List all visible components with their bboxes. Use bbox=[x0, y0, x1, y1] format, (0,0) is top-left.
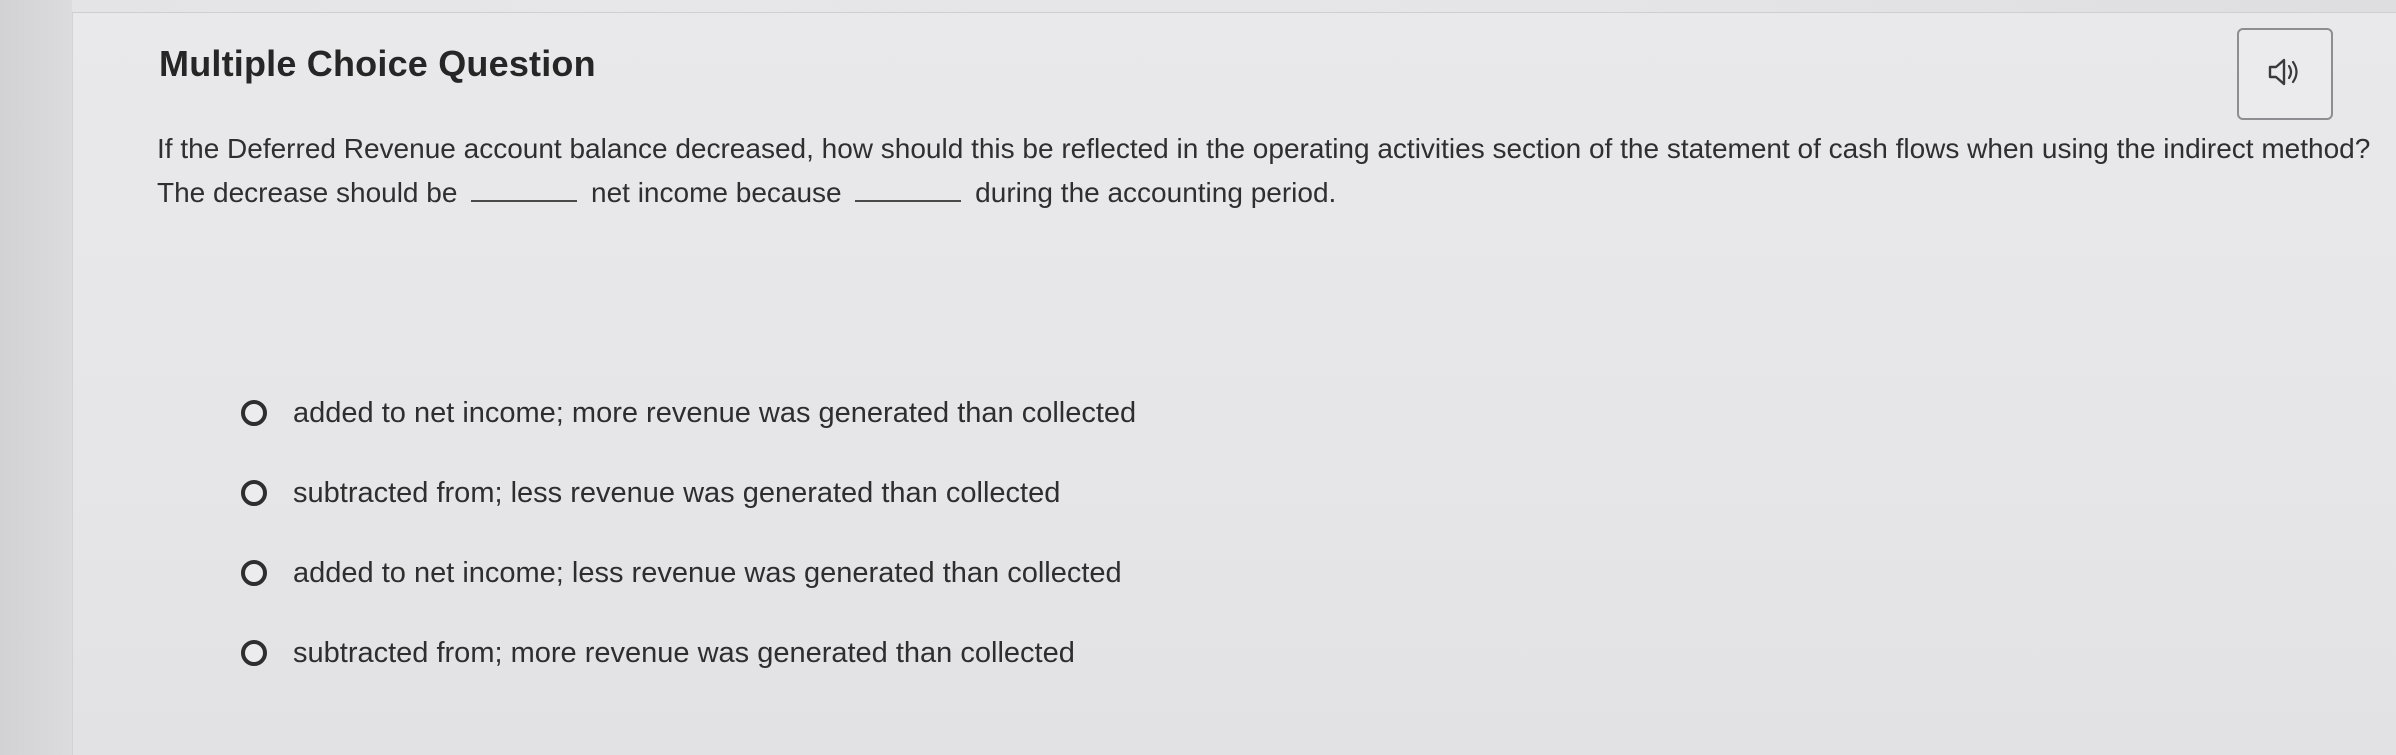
radio-button[interactable] bbox=[241, 480, 267, 506]
option-label: subtracted from; less revenue was genera… bbox=[293, 476, 1061, 509]
left-rail bbox=[0, 0, 72, 755]
option-label: subtracted from; more revenue was genera… bbox=[293, 636, 1075, 669]
read-aloud-button[interactable] bbox=[2237, 28, 2333, 120]
answer-options: added to net income; more revenue was ge… bbox=[241, 373, 1136, 693]
question-panel: Multiple Choice Question If the Deferred… bbox=[72, 12, 2396, 755]
blank-2 bbox=[855, 178, 962, 202]
question-part-2: net income because bbox=[591, 177, 842, 208]
answer-option[interactable]: added to net income; less revenue was ge… bbox=[241, 533, 1136, 613]
radio-button[interactable] bbox=[241, 400, 267, 426]
answer-option[interactable]: subtracted from; more revenue was genera… bbox=[241, 613, 1136, 693]
radio-button[interactable] bbox=[241, 560, 267, 586]
option-label: added to net income; more revenue was ge… bbox=[293, 396, 1137, 429]
question-text: If the Deferred Revenue account balance … bbox=[157, 127, 2387, 215]
option-label: added to net income; less revenue was ge… bbox=[293, 556, 1122, 589]
speaker-icon bbox=[2266, 55, 2304, 94]
answer-option[interactable]: added to net income; more revenue was ge… bbox=[241, 373, 1136, 453]
page-title: Multiple Choice Question bbox=[159, 43, 596, 84]
blank-1 bbox=[471, 178, 578, 202]
answer-option[interactable]: subtracted from; less revenue was genera… bbox=[241, 453, 1136, 533]
question-part-3: during the accounting period. bbox=[975, 177, 1337, 208]
radio-button[interactable] bbox=[241, 640, 267, 666]
